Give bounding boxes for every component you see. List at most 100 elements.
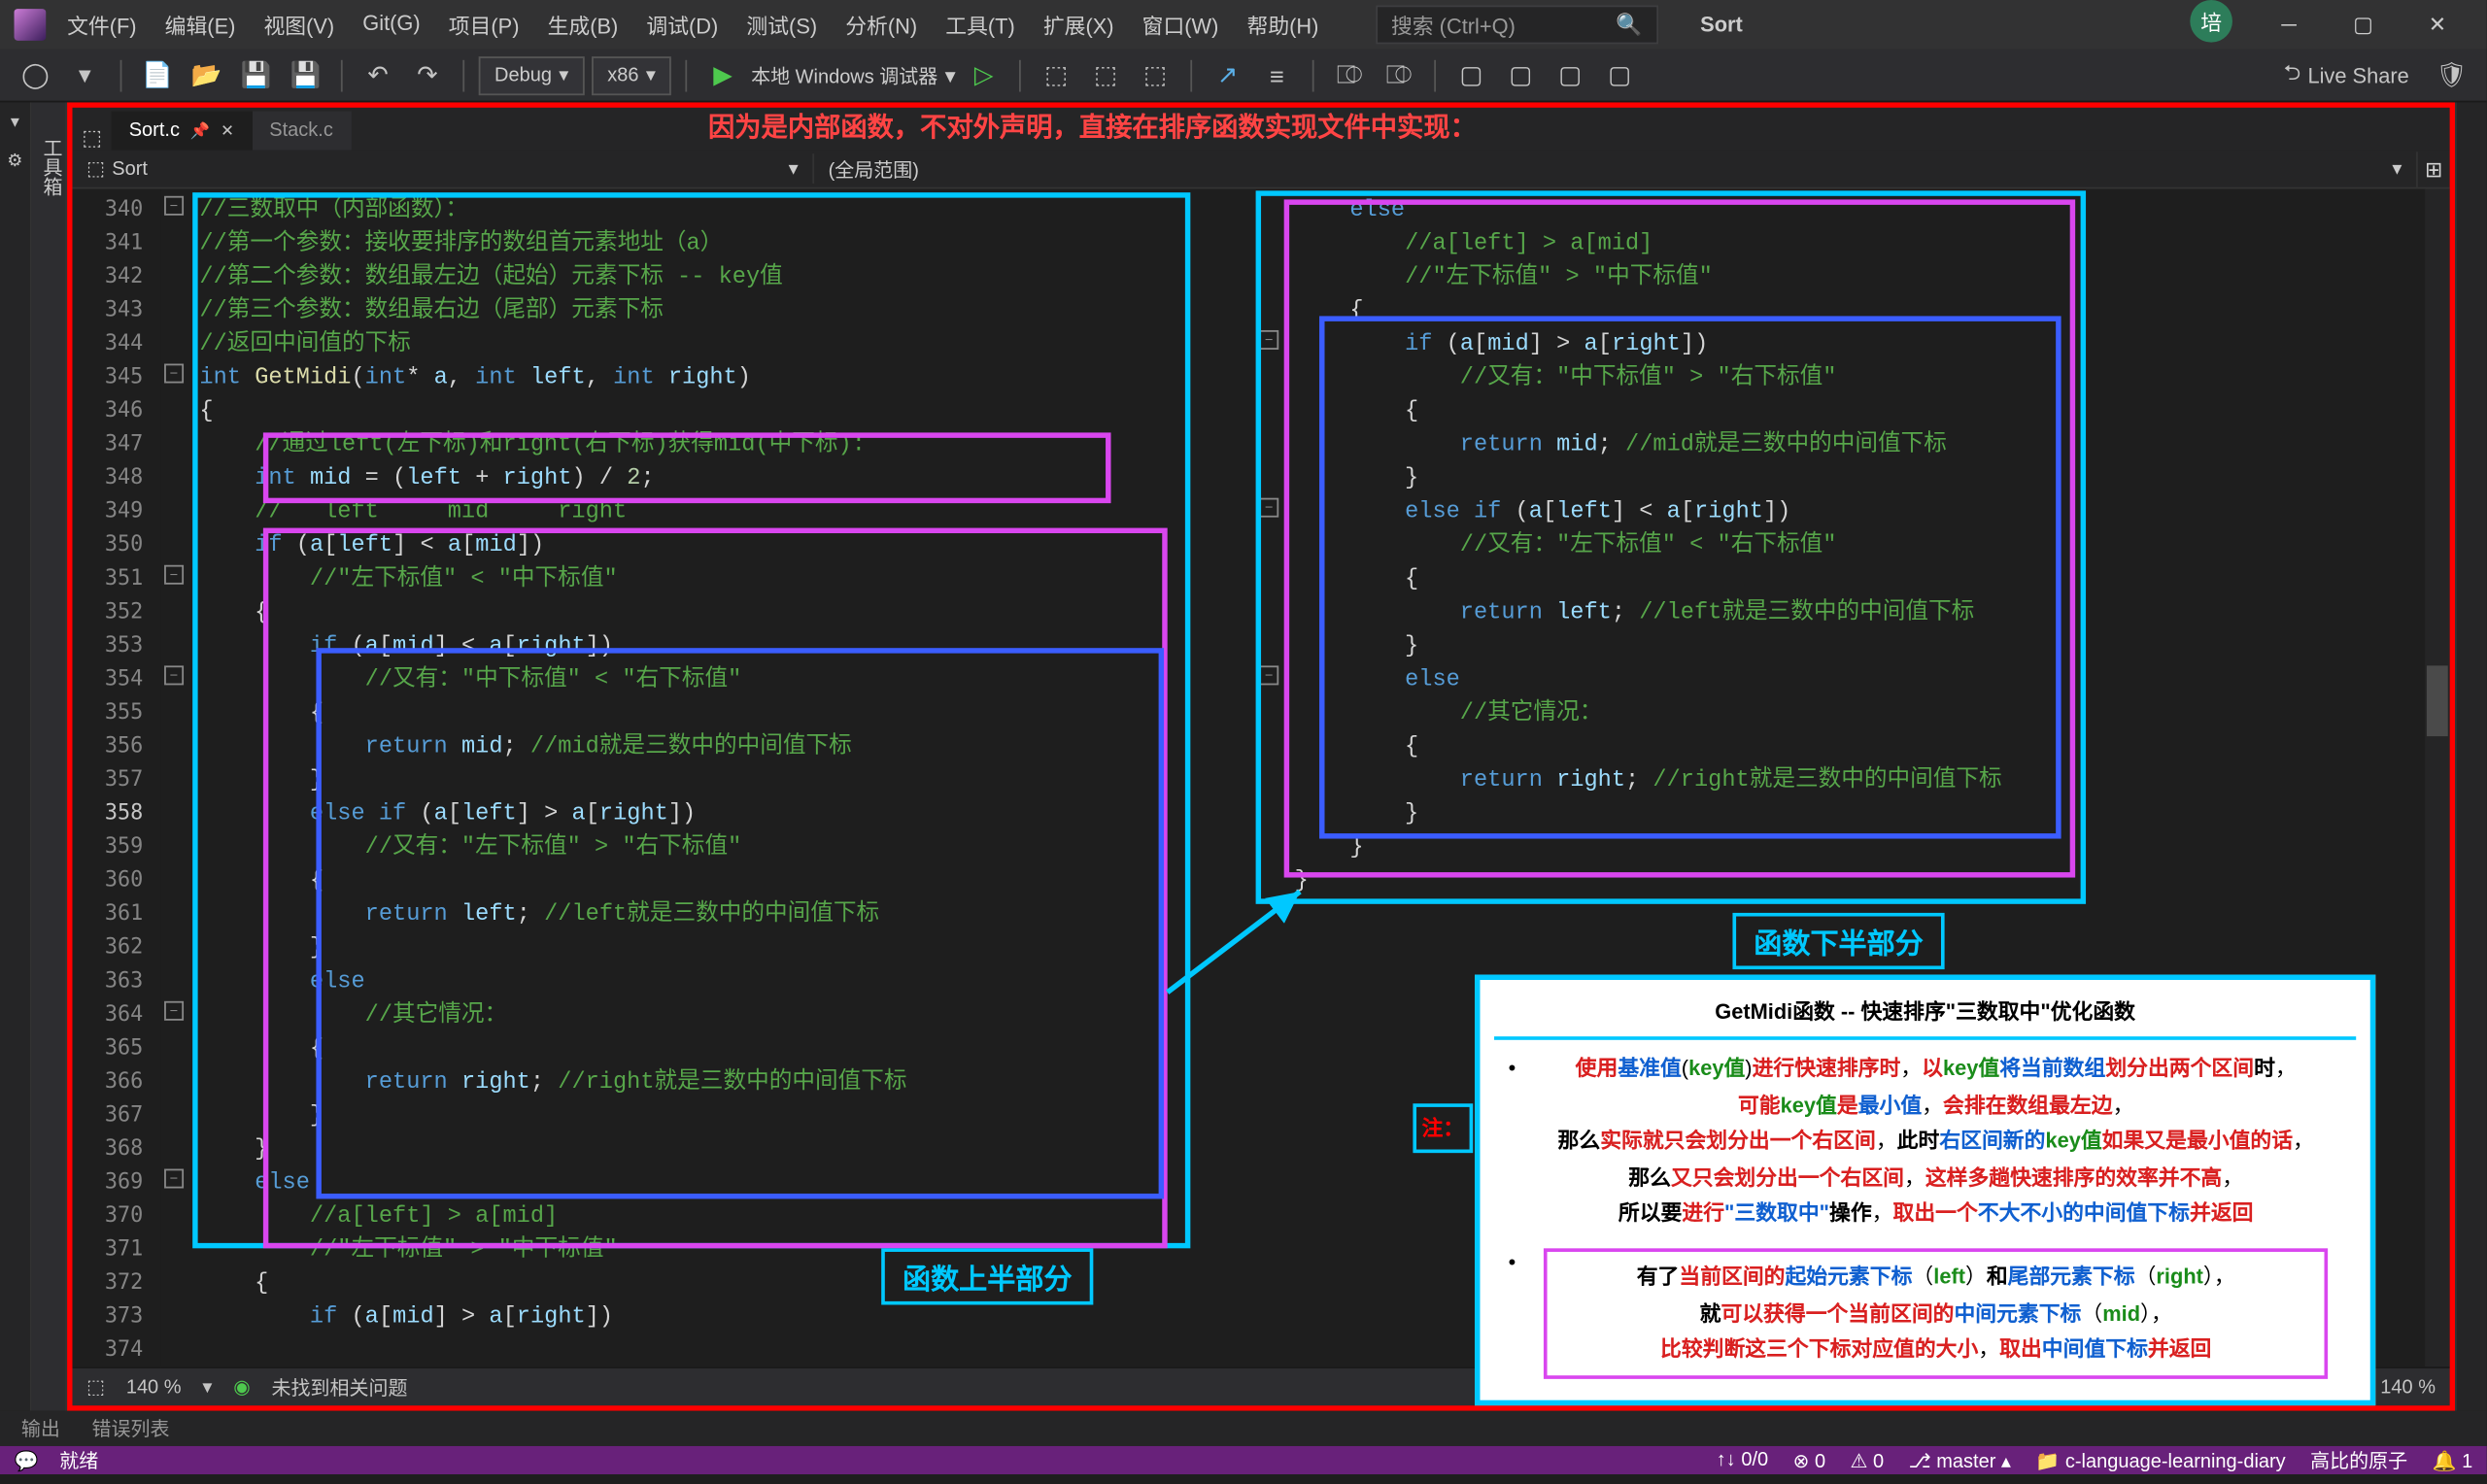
tb-icon-6[interactable]: ⎄ [1328,53,1371,96]
redo-button[interactable]: ↷ [406,53,449,96]
menu-item[interactable]: 项目(P) [434,3,533,47]
nav-dropdown-icon[interactable]: ⬚ [73,125,112,150]
menu-item[interactable]: Git(G) [349,3,434,47]
fold-icon[interactable]: − [164,364,184,384]
branch-indicator[interactable]: ⎇ master ▴ [1909,1449,2011,1472]
nav-project-combo[interactable]: ⬚ Sort▾ [73,153,815,184]
error-list-tab[interactable]: 错误列表 [78,1411,184,1446]
tb-icon-9[interactable]: ▢ [1500,53,1543,96]
note-label: 注： [1413,1103,1473,1154]
fold-icon[interactable]: − [1259,665,1278,685]
fold-icon[interactable]: − [164,1001,184,1021]
back-button[interactable]: ◯ [15,53,57,96]
undo-button[interactable]: ↶ [357,53,399,96]
repo-indicator[interactable]: 📁 c-language-learning-diary [2035,1449,2285,1472]
scroll-thumb[interactable] [2427,665,2448,736]
tb-icon-10[interactable]: ▢ [1549,53,1591,96]
tb-icon-2[interactable]: ⬚ [1084,53,1127,96]
maximize-button[interactable]: ▢ [2328,0,2399,50]
annotation-header: 因为是内部函数，不对外声明，直接在排序函数实现文件中实现： [708,108,1477,145]
info-title: GetMidi函数 -- 快速排序"三数取中"优化函数 [1494,995,2356,1041]
tb-icon-7[interactable]: ⎄ [1378,53,1420,96]
fold-icon[interactable]: − [164,665,184,685]
admin-icon[interactable]: 🛡 [2431,53,2473,96]
config-combo[interactable]: Debug ▾ [479,55,585,94]
tab-stack-c[interactable]: Stack.c [252,112,351,151]
zoom-level[interactable]: 140 % [126,1376,182,1398]
start-debug-button[interactable]: ▶ [701,53,744,96]
fold-icon[interactable]: − [1259,498,1278,518]
search-placeholder: 搜索 (Ctrl+Q) [1391,10,1516,40]
tab-sort-c[interactable]: Sort.c 📌 ✕ [112,112,253,151]
nav-split-icon[interactable]: ⊞ [2418,156,2450,181]
menu-item[interactable]: 分析(N) [832,3,932,47]
statusbar: 💬 就绪 ↑↓ 0/0 ⊗ 0 ⚠ 0 ⎇ master ▴ 📁 c-langu… [0,1446,2487,1474]
label-upper: 函数上半部分 [881,1248,1093,1304]
fold-icon[interactable]: − [164,565,184,585]
fold-icon[interactable]: − [164,1169,184,1189]
right-margin-strip [2455,102,2487,1410]
menu-item[interactable]: 窗口(W) [1128,3,1233,47]
menu-item[interactable]: 扩展(X) [1029,3,1128,47]
search-icon: 🔍 [1616,13,1642,37]
tb-icon-8[interactable]: ▢ [1450,53,1493,96]
scrollbar[interactable] [2425,189,2449,1367]
tb-icon-1[interactable]: ⬚ [1035,53,1077,96]
gear-icon[interactable]: ⚙ [3,149,27,173]
ready-status: 就绪 [59,1446,98,1474]
solution-name: Sort [1700,13,1743,37]
right-code-pane: − − − else //a[left] > a[mid] //"左下标值" >… [1203,189,2450,1367]
tb-icon-5[interactable]: ≡ [1256,53,1299,96]
tb-icon-3[interactable]: ⬚ [1134,53,1176,96]
menu-item[interactable]: 编辑(E) [151,3,250,47]
left-margin-strip: ▾ ⚙ [0,102,32,1410]
debug-target-label[interactable]: 本地 Windows 调试器 [751,61,937,89]
menu-item[interactable]: 帮助(H) [1233,3,1333,47]
label-lower: 函数下半部分 [1732,913,1944,969]
errors-icon[interactable]: ⊗ 0 [1793,1449,1825,1472]
bottom-tabs: 输出 错误列表 [0,1411,2487,1446]
feedback-icon[interactable]: 💬 [15,1449,39,1472]
tb-icon-11[interactable]: ▢ [1598,53,1641,96]
save-button[interactable]: 💾 [235,53,278,96]
new-button[interactable]: 📄 [136,53,179,96]
left-code-pane: 3403413423433443453463473483493503513523… [73,189,1204,1367]
notifications-icon[interactable]: 🔔 1 [2433,1449,2473,1472]
pin-icon[interactable]: 📌 [190,121,210,141]
user-avatar[interactable]: 培 [2190,0,2232,43]
nav-scope-combo[interactable]: (全局范围)▾ [814,151,2418,186]
warnings-icon[interactable]: ⚠ 0 [1851,1449,1885,1472]
minimize-button[interactable]: ─ [2254,0,2325,50]
dropdown-icon[interactable]: ▾ [3,110,27,134]
search-input[interactable]: 搜索 (Ctrl+Q) 🔍 [1376,5,1658,44]
toolbox-tab[interactable]: 工具箱 [32,102,67,1410]
close-button[interactable]: ✕ [2402,0,2472,50]
forward-button[interactable]: ▾ [63,53,106,96]
start-no-debug-button[interactable]: ▷ [963,53,1005,96]
menu-item[interactable]: 生成(B) [533,3,632,47]
close-tab-icon[interactable]: ✕ [221,121,234,141]
menu-item[interactable]: 调试(D) [632,3,732,47]
save-all-button[interactable]: 💾 [285,53,327,96]
fold-icon[interactable]: − [164,196,184,216]
platform-combo[interactable]: x86 ▾ [592,55,671,94]
fold-gutter-right: − − − [1256,189,1288,1367]
info-card: 注： GetMidi函数 -- 快速排序"三数取中"优化函数 • 使用基准值(k… [1475,975,2375,1405]
code-text-left[interactable]: //三数取中（内部函数）：//第一个参数：接收要排序的数组首元素地址（a）//第… [192,189,1203,1367]
output-tab[interactable]: 输出 [7,1411,74,1446]
menu-item[interactable]: 测试(S) [732,3,832,47]
toolbar: ◯ ▾ 📄 📂 💾 💾 ↶ ↷ Debug ▾ x86 ▾ ▶ 本地 Windo… [0,50,2487,103]
menu-item[interactable]: 文件(F) [53,3,152,47]
account-indicator[interactable]: 高比的原子 [2310,1446,2407,1474]
live-share-button[interactable]: ⮌ Live Share [2269,50,2423,101]
issues-status[interactable]: 未找到相关问题 [272,1372,408,1400]
menu-item[interactable]: 工具(T) [932,3,1030,47]
fold-gutter: − − − − − − [160,189,192,1367]
open-button[interactable]: 📂 [186,53,228,96]
tb-icon-4[interactable]: ↗ [1207,53,1249,96]
menu-item[interactable]: 视图(V) [250,3,349,47]
source-control-icon[interactable]: ↑↓ 0/0 [1717,1450,1768,1471]
fold-icon[interactable]: − [1259,330,1278,350]
vs-logo-icon [15,9,47,41]
zoom-right: 140 % [2380,1376,2436,1398]
